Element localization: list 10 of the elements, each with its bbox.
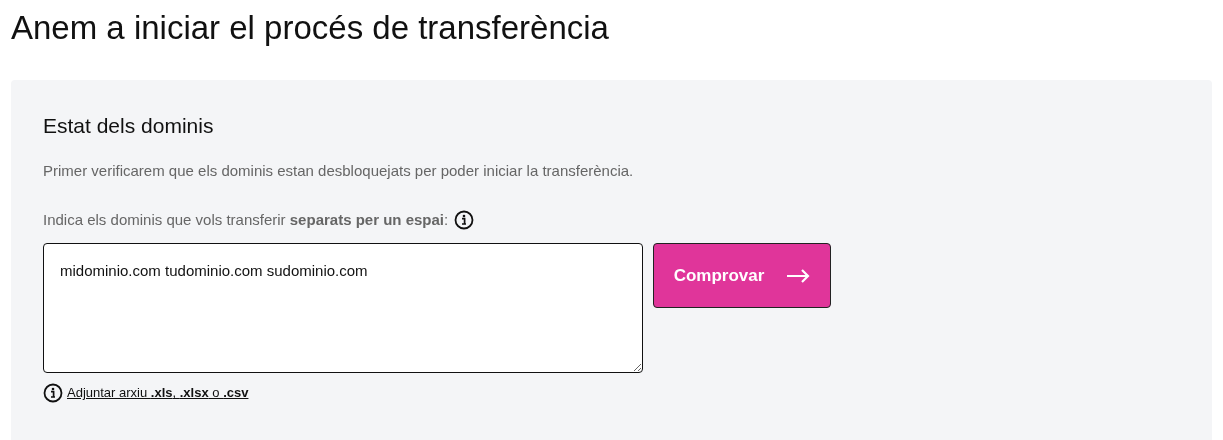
intro-text: Primer verificarem que els dominis estan desbloquejats per poder iniciar la transferència. (43, 161, 635, 181)
attach-file-link[interactable]: Adjuntar arxiu .xls, .xlsx o .csv (67, 383, 249, 403)
field-label: Indica els dominis que vols transferir separats per un espai: (43, 210, 449, 230)
check-button[interactable]: Comprovar (653, 243, 831, 308)
domains-field[interactable]: midominio.com tudominio.com sudominio.com (43, 243, 643, 373)
section-heading: Estat dels dominis (43, 113, 215, 139)
info-icon (43, 383, 63, 403)
arrow-right-icon (786, 268, 811, 283)
page-title: Anem a iniciar el procés de transferència (10, 8, 610, 48)
info-icon (454, 210, 475, 230)
